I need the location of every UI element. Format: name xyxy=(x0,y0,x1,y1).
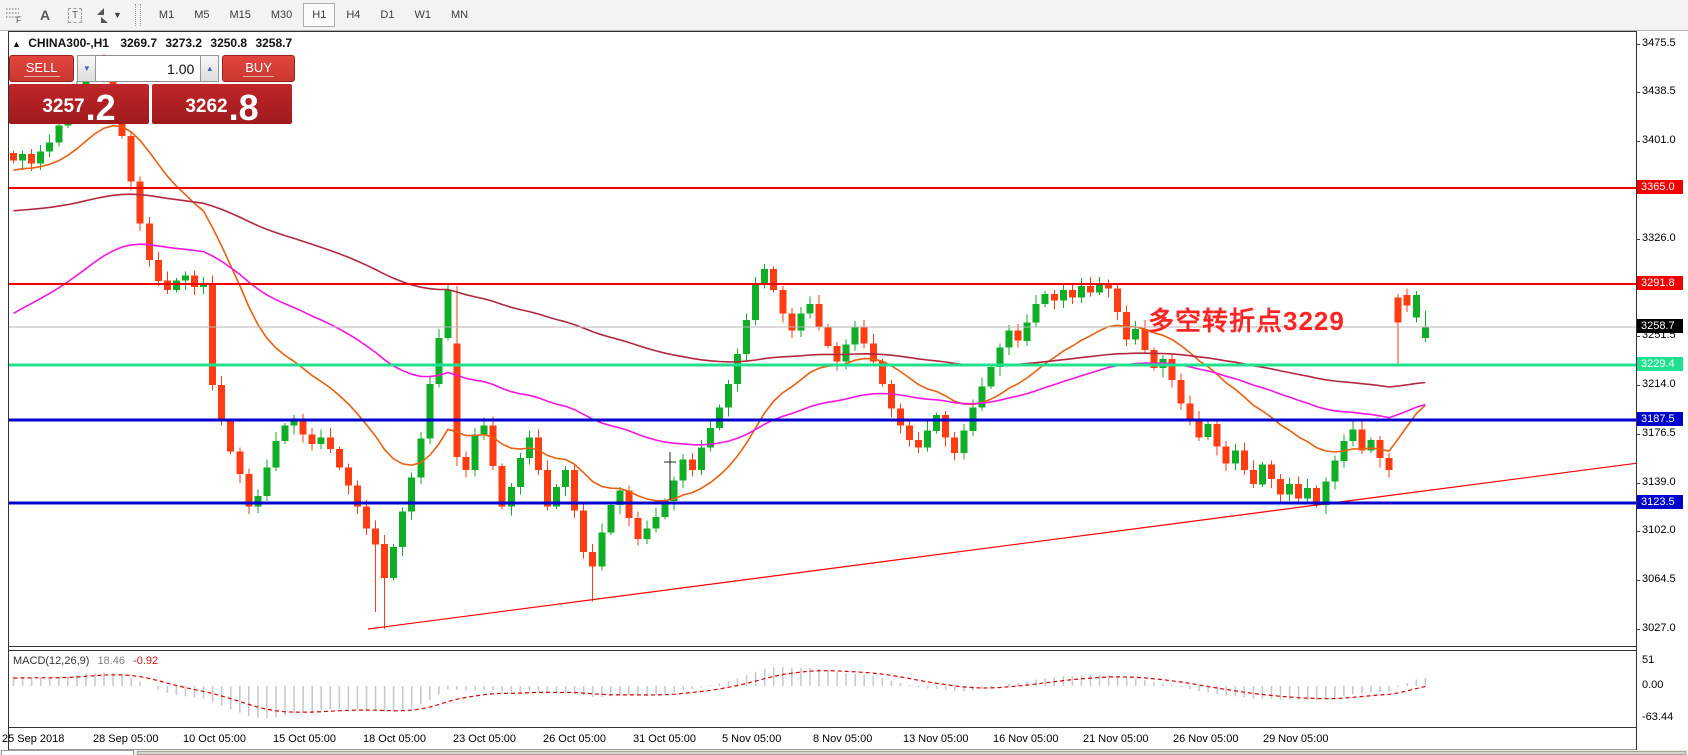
one-click-trading-panel: SELL ▼ ▲ BUY 3257 .2 3262 .8 xyxy=(9,55,295,124)
svg-text:F: F xyxy=(16,15,22,24)
macd-axis-label: 51 xyxy=(1642,654,1654,666)
chart-title: ▲ CHINA300-,H1 3269.7 3273.2 3250.8 3258… xyxy=(12,36,292,50)
price-axis-label: 3027.0 xyxy=(1642,622,1676,634)
chart-symbol-timeframe: CHINA300-,H1 xyxy=(28,36,109,50)
buy-button[interactable]: BUY xyxy=(222,55,295,82)
macd-axis-label: 0.00 xyxy=(1642,679,1663,691)
price-axis-label: 3102.0 xyxy=(1642,524,1676,536)
price-level-badge: 3291.8 xyxy=(1637,276,1683,290)
fibonacci-lines-glyph: F xyxy=(5,6,25,24)
price-level-badge: 3258.7 xyxy=(1637,319,1683,333)
ohlc-open: 3269.7 xyxy=(120,36,157,50)
price-tick xyxy=(1636,385,1640,386)
date-axis-label: 28 Sep 05:00 xyxy=(93,733,158,745)
price-tick xyxy=(1636,483,1640,484)
buy-price-tile[interactable]: 3262 .8 xyxy=(152,84,292,124)
horizontal-scrollbar[interactable] xyxy=(137,751,1686,755)
toolbar-grip[interactable] xyxy=(135,4,141,26)
date-axis-label: 5 Nov 05:00 xyxy=(722,733,781,745)
timeframe-m15-button[interactable]: M15 xyxy=(220,3,259,27)
arrow-tools-icon[interactable]: ▼ xyxy=(93,3,122,27)
price-axis-label: 3401.0 xyxy=(1642,134,1676,146)
text-label-icon[interactable]: A xyxy=(33,3,57,27)
price-tick xyxy=(1636,141,1640,142)
price-tick xyxy=(1636,580,1640,581)
date-axis-label: 16 Nov 05:00 xyxy=(993,733,1058,745)
sell-price-tile[interactable]: 3257 .2 xyxy=(9,84,149,124)
price-axis-label: 3475.5 xyxy=(1642,37,1676,49)
bottom-strip xyxy=(0,750,1688,755)
date-axis-label: 26 Nov 05:00 xyxy=(1173,733,1238,745)
date-axis-label: 21 Nov 05:00 xyxy=(1083,733,1148,745)
volume-input[interactable] xyxy=(96,55,200,82)
timeframe-mn-button[interactable]: MN xyxy=(442,3,477,27)
price-axis-label: 3214.0 xyxy=(1642,378,1676,390)
price-axis-label: 3139.0 xyxy=(1642,476,1676,488)
date-axis-label: 15 Oct 05:00 xyxy=(273,733,336,745)
date-axis-label: 25 Sep 2018 xyxy=(2,733,64,745)
date-axis-label: 31 Oct 05:00 xyxy=(633,733,696,745)
text-box-icon[interactable]: T xyxy=(63,3,87,27)
ohlc-close: 3258.7 xyxy=(255,36,292,50)
price-tick xyxy=(1636,92,1640,93)
macd-indicator-label: MACD(12,26,9) 18.46 -0.92 xyxy=(13,655,158,667)
collapse-triangle-icon[interactable]: ▲ xyxy=(12,39,21,49)
date-axis-label: 18 Oct 05:00 xyxy=(363,733,426,745)
price-axis-label: 3176.5 xyxy=(1642,427,1676,439)
volume-increase-button[interactable]: ▲ xyxy=(200,55,219,82)
buy-price-pips: .8 xyxy=(229,91,259,124)
price-axis-label: 3326.0 xyxy=(1642,232,1676,244)
date-axis-label: 29 Nov 05:00 xyxy=(1263,733,1328,745)
timeframe-m1-button[interactable]: M1 xyxy=(150,3,183,27)
timeframe-m30-button[interactable]: M30 xyxy=(262,3,301,27)
date-axis-label: 23 Oct 05:00 xyxy=(453,733,516,745)
macd-name: MACD(12,26,9) xyxy=(13,655,89,667)
sell-price-main: 3257 xyxy=(42,96,84,118)
arrows-glyph xyxy=(93,6,111,24)
timeframe-w1-button[interactable]: W1 xyxy=(405,3,440,27)
price-tick xyxy=(1636,629,1640,630)
price-level-badge: 3365.0 xyxy=(1637,180,1683,194)
price-tick xyxy=(1636,336,1640,337)
timeframe-h1-button[interactable]: H1 xyxy=(303,3,335,27)
buy-price-main: 3262 xyxy=(185,96,227,118)
ohlc-low: 3250.8 xyxy=(210,36,247,50)
timeframe-d1-button[interactable]: D1 xyxy=(371,3,403,27)
chart-toolbar: F A T ▼ M1 M5 M15 M30 H1 H4 D1 W1 MN xyxy=(0,0,1688,31)
chart-annotation: 多空转折点3229 xyxy=(1148,301,1345,338)
date-axis-label: 13 Nov 05:00 xyxy=(903,733,968,745)
timeframe-m5-button[interactable]: M5 xyxy=(185,3,218,27)
date-axis-label: 10 Oct 05:00 xyxy=(183,733,246,745)
sell-price-pips: .2 xyxy=(86,91,116,124)
price-axis-label: 3064.5 xyxy=(1642,573,1676,585)
price-tick xyxy=(1636,531,1640,532)
fibonacci-retracement-icon[interactable]: F xyxy=(3,3,27,27)
price-tick xyxy=(1636,239,1640,240)
volume-decrease-button[interactable]: ▼ xyxy=(77,55,96,82)
price-axis-label: 3438.5 xyxy=(1642,85,1676,97)
price-level-badge: 3229.4 xyxy=(1637,357,1683,371)
price-level-badge: 3123.5 xyxy=(1637,495,1683,509)
price-level-badge: 3187.5 xyxy=(1637,412,1683,426)
macd-signal-value: -0.92 xyxy=(133,655,158,667)
date-axis-label: 8 Nov 05:00 xyxy=(813,733,872,745)
tools-dropdown-caret-icon[interactable]: ▼ xyxy=(113,10,122,20)
macd-value: 18.46 xyxy=(97,655,125,667)
sell-button[interactable]: SELL xyxy=(9,55,74,82)
price-tick xyxy=(1636,44,1640,45)
ohlc-high: 3273.2 xyxy=(165,36,202,50)
price-tick xyxy=(1636,434,1640,435)
macd-axis-label: -63.44 xyxy=(1642,711,1673,723)
chart-tab-stub[interactable] xyxy=(1,750,134,755)
timeframe-h4-button[interactable]: H4 xyxy=(337,3,369,27)
date-axis-label: 26 Oct 05:00 xyxy=(543,733,606,745)
